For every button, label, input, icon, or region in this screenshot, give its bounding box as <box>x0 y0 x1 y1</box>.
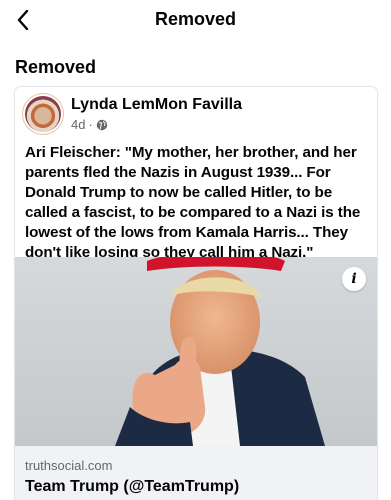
post-meta: 4d · <box>71 117 108 132</box>
info-button[interactable]: i <box>342 267 366 291</box>
top-bar: Removed <box>0 0 391 42</box>
post-author[interactable]: Lynda LemMon Favilla <box>71 96 242 114</box>
link-title[interactable]: Team Trump (@TeamTrump) <box>25 478 239 496</box>
avatar[interactable] <box>25 96 61 132</box>
post-time[interactable]: 4d <box>71 117 85 132</box>
link-preview-image[interactable]: i <box>15 257 377 446</box>
globe-icon <box>96 119 108 130</box>
link-domain: truthsocial.com <box>25 458 113 473</box>
page-title: Removed <box>154 9 237 29</box>
link-preview-footer[interactable]: truthsocial.com Team Trump (@TeamTrump) <box>15 446 377 500</box>
post-card: Lynda LemMon Favilla 4d · Ari Fleischer:… <box>15 87 377 500</box>
thumbs-up-photo <box>15 257 377 446</box>
meta-separator: · <box>88 117 93 132</box>
section-title: Removed <box>15 57 97 77</box>
post-text: Ari Fleischer: "My mother, her brother, … <box>25 144 361 261</box>
